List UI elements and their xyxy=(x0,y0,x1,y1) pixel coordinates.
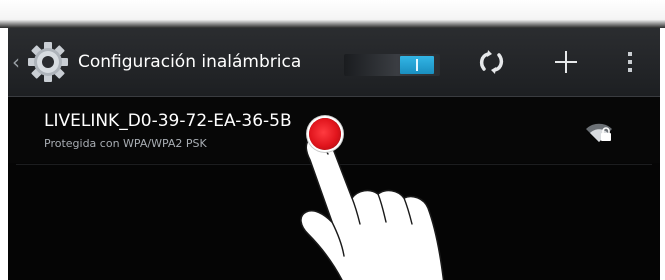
chevron-left-icon[interactable]: ‹ xyxy=(12,50,26,74)
action-bar: ‹ Configuración inalámbrica xyxy=(8,28,660,97)
page-title: Configuración inalámbrica xyxy=(78,52,302,72)
add-network-icon[interactable] xyxy=(544,42,588,82)
pointing-hand-illustration xyxy=(300,134,445,280)
wifi-settings-screen: ‹ Configuración inalámbrica LIVELINK_D0-… xyxy=(8,28,660,280)
overflow-menu-icon[interactable] xyxy=(608,42,652,82)
settings-gear-icon[interactable] xyxy=(26,40,70,84)
network-security: Protegida con WPA/WPA2 PSK xyxy=(44,137,207,150)
wifi-toggle-thumb xyxy=(400,56,434,74)
wifi-locked-icon xyxy=(586,123,612,142)
status-bar xyxy=(0,0,665,28)
wifi-toggle[interactable] xyxy=(344,54,440,76)
touch-indicator xyxy=(309,118,341,150)
wps-icon[interactable] xyxy=(470,42,514,82)
tablet-screenshot: ‹ Configuración inalámbrica LIVELINK_D0-… xyxy=(0,0,665,280)
